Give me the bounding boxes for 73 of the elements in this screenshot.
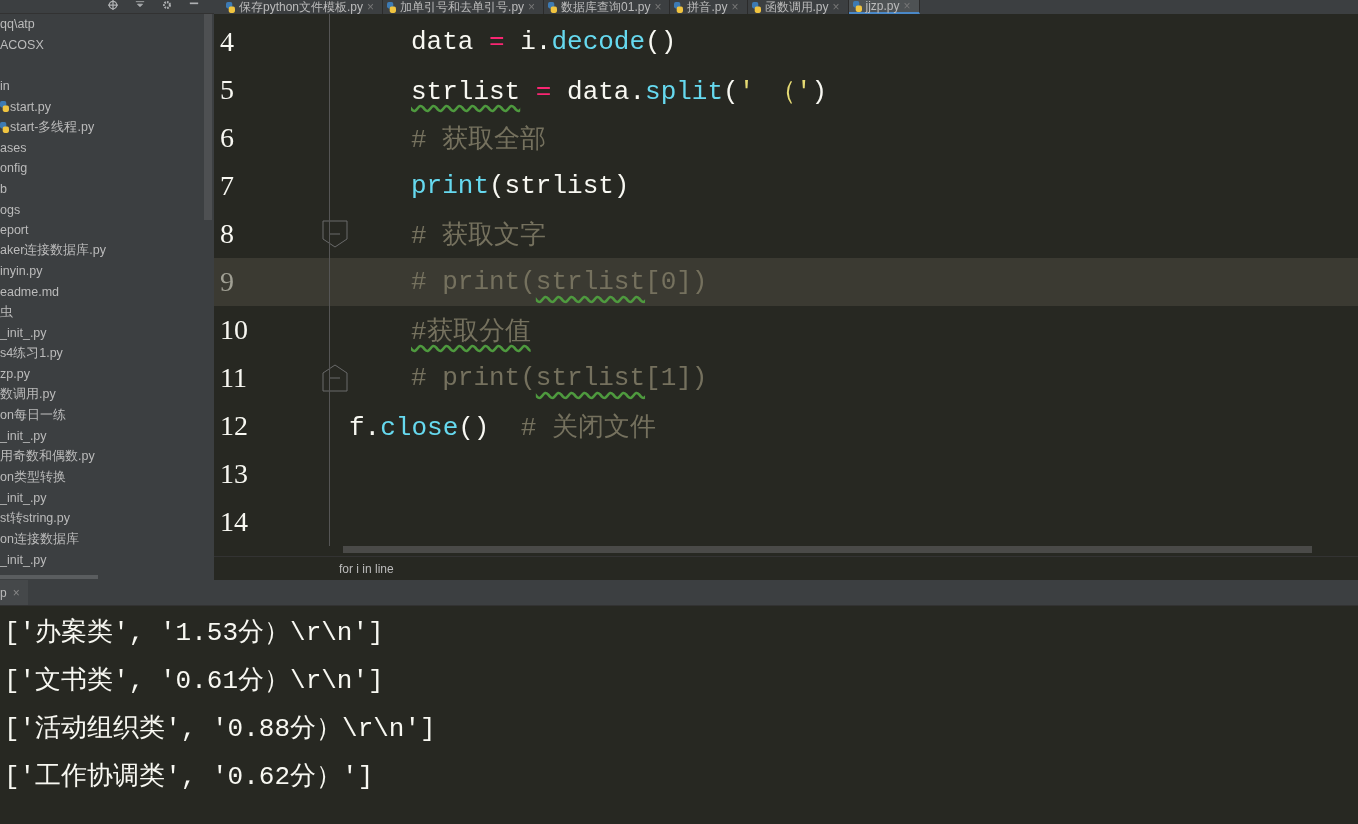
editor-tab[interactable]: jjzp.py × — [848, 0, 920, 14]
output-line: ['工作协调类', '0.62分）'] — [3, 760, 375, 794]
tree-item[interactable]: ases — [0, 140, 27, 155]
tree-item[interactable]: onfig — [0, 161, 28, 176]
tree-item[interactable]: on每日一练 — [0, 407, 66, 425]
line-number: 5 — [219, 74, 235, 106]
scrollbar[interactable] — [204, 14, 212, 220]
tree-item[interactable]: zp.py — [0, 367, 30, 382]
code-line: print(strlist) — [410, 171, 630, 201]
tree-item[interactable]: on连接数据库 — [0, 530, 79, 548]
code-line: #获取分值 — [410, 315, 531, 348]
editor-tab[interactable]: 拼音.py × — [670, 0, 748, 14]
tree-item[interactable]: b — [0, 182, 7, 197]
tree-item[interactable]: in — [0, 79, 10, 94]
tree-item[interactable]: _init_.py — [0, 429, 47, 444]
tree-item[interactable]: st转string.py — [0, 510, 70, 528]
tree-item[interactable]: _init_.py — [0, 326, 47, 341]
tree-item[interactable]: 虫 — [0, 304, 13, 322]
code-line: data = i.decode() — [410, 27, 677, 57]
tree-item[interactable]: 数调用.py — [0, 386, 56, 404]
line-number: 7 — [219, 170, 235, 202]
tree-item[interactable]: inyin.py — [0, 264, 43, 279]
tree-item[interactable]: ACOSX — [0, 37, 44, 52]
tree-item[interactable]: 用奇数和偶数.py — [0, 448, 95, 466]
code-line: # print(strlist[1]) — [410, 363, 708, 393]
tree-item[interactable]: on类型转换 — [0, 468, 66, 486]
code-line: # 获取全部 — [410, 123, 547, 156]
output-line: ['办案类', '1.53分）\r\n'] — [3, 616, 385, 650]
tree-item[interactable]: eport — [0, 223, 29, 238]
code-line: # print(strlist[0]) — [410, 267, 708, 297]
editor-tab[interactable]: 函数调用.py × — [747, 0, 849, 14]
line-number: 8 — [219, 218, 235, 250]
python-file-icon — [0, 101, 9, 113]
fold-end-icon[interactable] — [322, 364, 348, 392]
line-number: 12 — [219, 410, 249, 442]
python-file-icon — [548, 1, 558, 13]
line-number: 9 — [219, 266, 235, 298]
crosshair-icon[interactable] — [107, 0, 119, 10]
editor-tab[interactable]: 加单引号和去单引号.py × — [383, 0, 545, 14]
tree-item[interactable]: eadme.md — [0, 285, 60, 299]
tree-item[interactable]: ogs — [0, 202, 21, 217]
tree-item[interactable]: _init_.py — [0, 490, 47, 505]
run-tab[interactable]: p × — [0, 580, 28, 605]
tree-item[interactable]: start-多线程.py — [10, 118, 95, 136]
python-file-icon — [0, 121, 9, 133]
line-number: 14 — [219, 506, 249, 538]
fold-start-icon[interactable] — [322, 220, 348, 248]
line-number: 10 — [219, 314, 249, 346]
collapse-icon[interactable] — [134, 0, 146, 10]
line-number: 4 — [219, 26, 235, 58]
tree-item[interactable]: qq\atp — [0, 17, 35, 32]
output-line: ['活动组织类', '0.88分）\r\n'] — [3, 712, 437, 746]
python-file-icon — [387, 1, 397, 13]
line-number: 11 — [219, 362, 248, 394]
python-file-icon — [674, 1, 684, 13]
output-line: ['文书类', '0.61分）\r\n'] — [3, 664, 385, 698]
python-file-icon — [751, 1, 761, 13]
tree-item[interactable]: start.py — [10, 99, 51, 114]
editor-tab[interactable]: 保存python文件模板.py × — [222, 0, 384, 14]
settings-icon[interactable] — [161, 0, 173, 10]
tree-item[interactable]: aker连接数据库.py — [0, 242, 106, 260]
scrollbar[interactable] — [343, 546, 1312, 553]
line-number: 13 — [219, 458, 249, 490]
editor-tab[interactable]: 数据库查询01.py × — [544, 0, 671, 14]
code-line: f.close() # 关闭文件 — [349, 411, 656, 444]
python-file-icon — [852, 0, 862, 12]
tree-item[interactable]: s4练习1.py — [0, 345, 63, 363]
tree-item[interactable]: _init_.py — [0, 552, 47, 567]
line-number: 6 — [219, 122, 235, 154]
code-line: # 获取文字 — [410, 219, 547, 252]
code-line: strlist = data.split(' （') — [410, 75, 828, 108]
python-file-icon — [226, 1, 235, 13]
breadcrumb[interactable]: for i in line — [339, 561, 394, 576]
